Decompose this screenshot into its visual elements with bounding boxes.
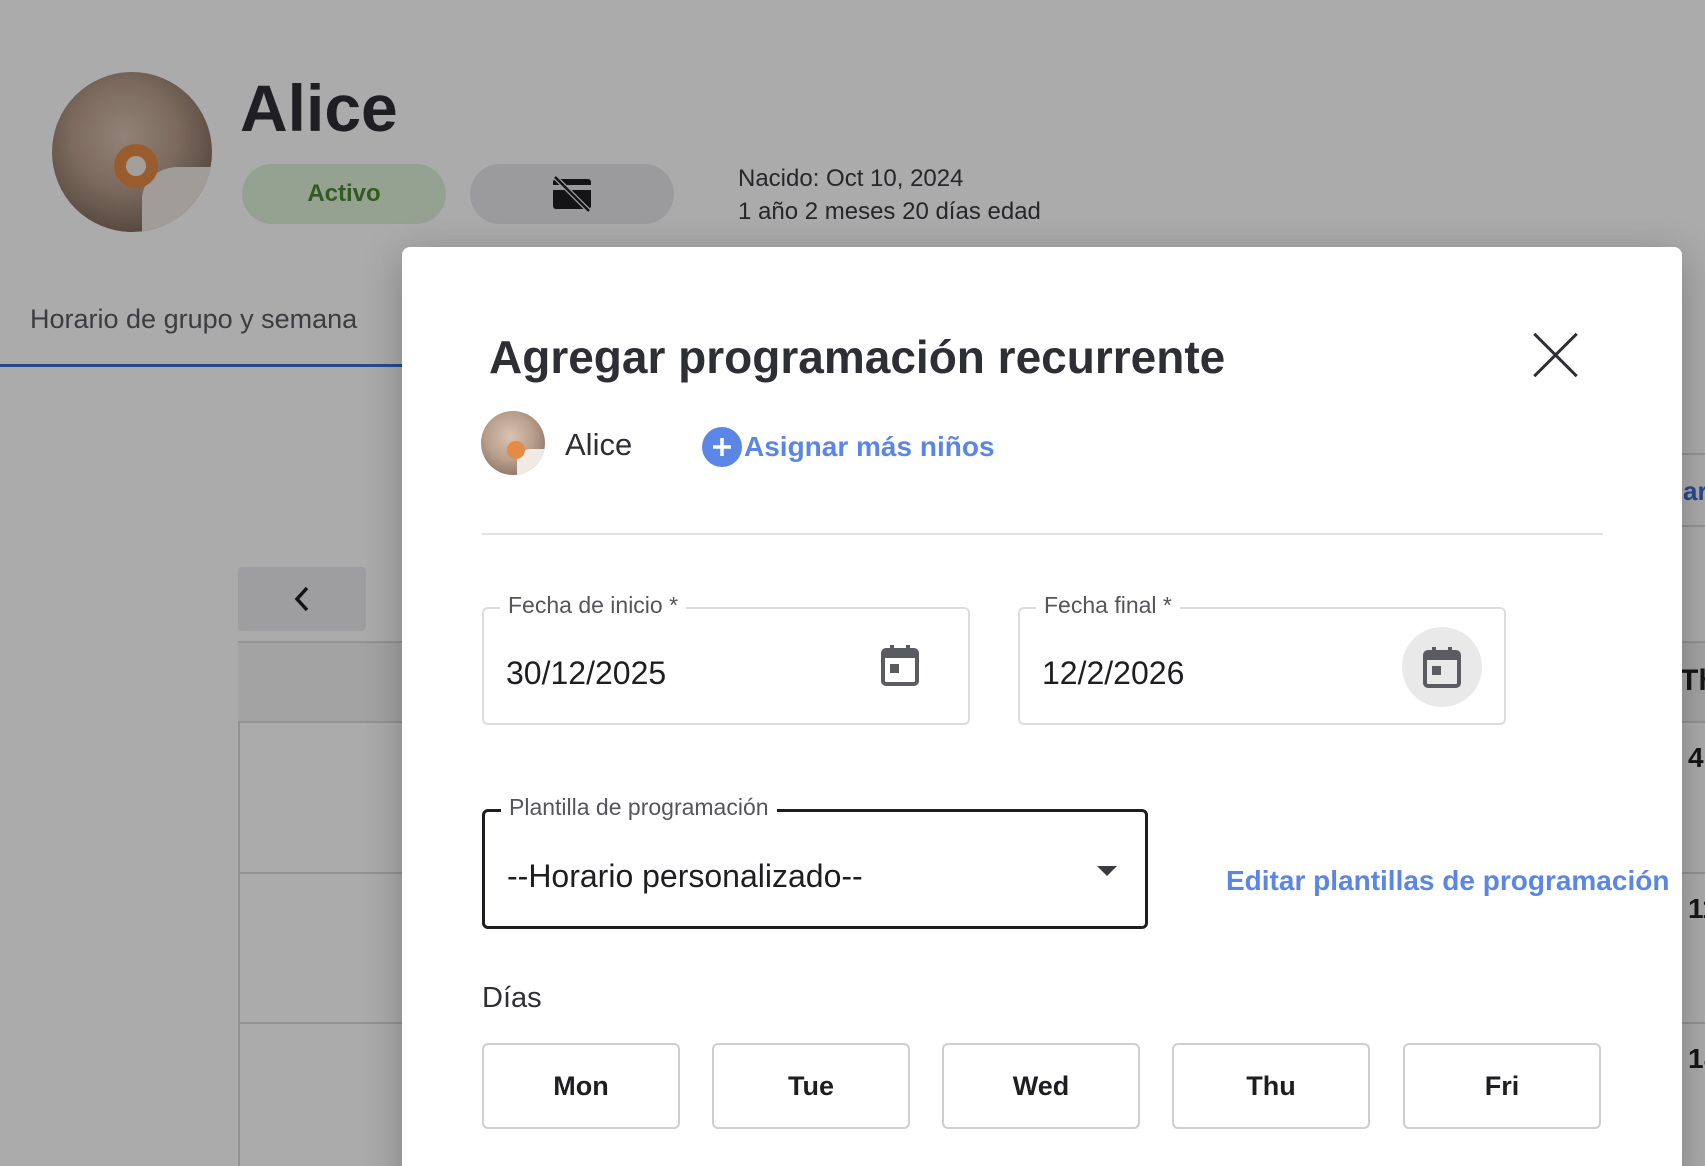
- close-icon[interactable]: [1528, 325, 1582, 379]
- recurring-schedule-dialog: Agregar programación recurrente Alice As…: [402, 247, 1682, 1166]
- assign-more-children-label: Asignar más niños: [744, 431, 995, 462]
- schedule-template-value: --Horario personalizado--: [507, 858, 863, 894]
- edit-schedule-templates-link[interactable]: Editar plantillas de programación: [1226, 865, 1669, 897]
- day-toggle-fri[interactable]: Fri: [1403, 1043, 1601, 1129]
- day-toggle-tue[interactable]: Tue: [712, 1043, 910, 1129]
- start-date-calendar-button[interactable]: [860, 625, 940, 705]
- schedule-template-label: Plantilla de programación: [501, 794, 777, 821]
- plus-circle-icon: [702, 427, 742, 467]
- assign-more-children-button[interactable]: Asignar más niños: [702, 427, 995, 467]
- schedule-template-select[interactable]: Plantilla de programación --Horario pers…: [482, 794, 1148, 929]
- start-date-value: 30/12/2025: [506, 655, 667, 691]
- dialog-title: Agregar programación recurrente: [489, 331, 1226, 383]
- day-toggle-thu[interactable]: Thu: [1172, 1043, 1370, 1129]
- start-date-label: Fecha de inicio *: [500, 592, 687, 619]
- calendar-icon: [881, 645, 919, 686]
- day-toggle-mon[interactable]: Mon: [482, 1043, 680, 1129]
- calendar-icon: [1423, 647, 1461, 688]
- divider: [482, 533, 1603, 535]
- day-toggle-wed[interactable]: Wed: [942, 1043, 1140, 1129]
- end-date-field[interactable]: Fecha final * 12/2/2026: [1018, 592, 1506, 725]
- assigned-child-name: Alice: [565, 427, 633, 462]
- end-date-calendar-button[interactable]: [1402, 627, 1482, 707]
- end-date-label: Fecha final *: [1036, 592, 1180, 619]
- dropdown-arrow-icon: [1097, 866, 1117, 876]
- days-label: Días: [482, 982, 542, 1014]
- child-avatar-small: [481, 411, 545, 475]
- start-date-field[interactable]: Fecha de inicio * 30/12/2025: [482, 592, 970, 725]
- end-date-value: 12/2/2026: [1042, 655, 1185, 691]
